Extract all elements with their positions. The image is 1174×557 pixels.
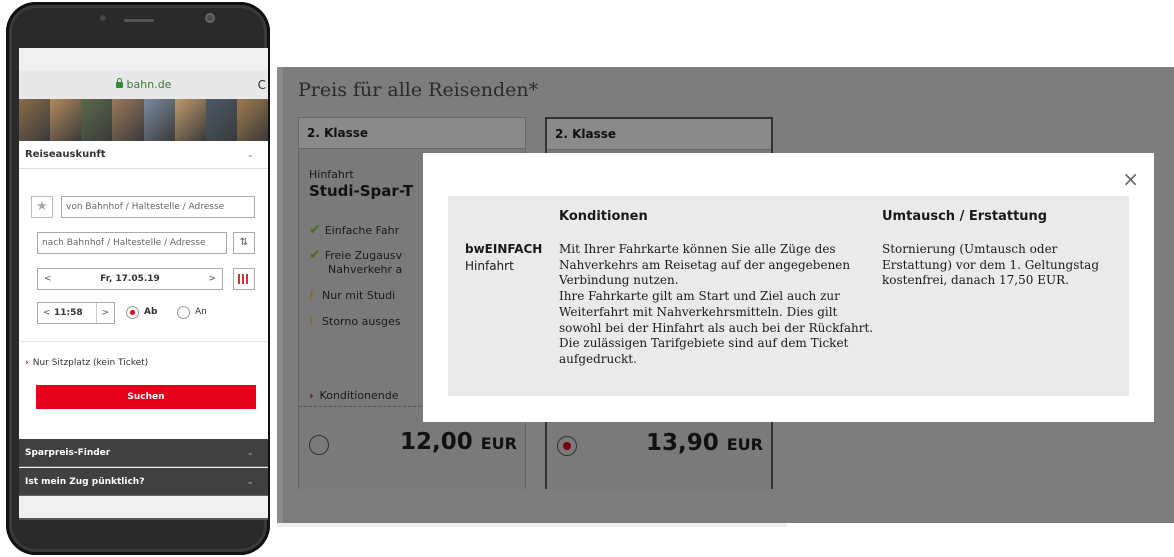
close-icon[interactable]: × [1122,169,1139,189]
warning-icon: ! [309,315,315,328]
seat-only-link[interactable]: › Nur Sitzplatz (kein Ticket) [25,358,148,368]
calendar-icon[interactable] [233,268,255,290]
swap-stations-icon[interactable]: ⇅ [233,232,255,254]
lock-icon [115,78,123,88]
accordion-zug-puenktlich[interactable]: Ist mein Zug pünktlich? ⌄ [19,468,268,496]
accordion-label: Sparpreis-Finder [25,448,111,458]
favorite-star-icon[interactable]: ★ [31,196,53,218]
desktop-bottom-edge [277,523,787,527]
chevron-right-icon: › [25,358,29,368]
refund-heading: Umtausch / Erstattung [882,209,1048,224]
fare-direction: Hinfahrt [309,168,354,181]
banner-photo [112,99,144,141]
radio-arrival[interactable] [177,306,190,319]
section-title: Reiseauskunft [25,149,106,160]
fare-select-radio[interactable] [557,436,577,456]
conditions-heading: Konditionen [559,209,648,224]
fare-select-radio[interactable] [309,435,329,455]
to-station-input[interactable]: nach Bahnhof / Haltestelle / Adresse [37,232,227,254]
banner-photo [19,99,51,141]
search-button[interactable]: Suchen [36,385,256,409]
radio-departure-label: Ab [144,307,158,317]
banner-photo [205,99,237,141]
url-text: bahn.de [126,78,172,91]
fare-feature: ! Nur mit Studi [309,289,396,302]
fare-price: 12,00 EUR [399,429,517,455]
fare-feature: ✔ Freie Zugausv [309,247,403,263]
banner-photo [236,99,268,141]
url-bar[interactable]: bahn.de C [19,71,268,99]
banner-photo [50,99,82,141]
tariff-name: bwEINFACH [465,242,543,256]
time-picker[interactable]: < 11:58 > [37,302,115,324]
refund-text: Stornierung (Umtausch oder Erstattung) v… [882,242,1100,288]
conditions-text: Mit Ihrer Fahrkarte können Sie alle Züge… [559,242,874,366]
date-next-button[interactable]: > [208,269,216,289]
fare-class-label: 2. Klasse [299,118,525,149]
divider [19,341,268,342]
section-reiseauskunft[interactable]: Reiseauskunft ⌄ [19,141,268,169]
reload-icon[interactable]: C [258,71,266,99]
warning-icon: ! [309,289,315,302]
accordion-sparpreis-finder[interactable]: Sparpreis-Finder ⌄ [19,439,268,467]
fare-product-name: Studi-Spar-T [309,182,414,200]
conditions-table: Konditionen Umtausch / Erstattung bwEINF… [448,196,1129,396]
fare-feature: ✔ Einfache Fahr [309,222,400,238]
radio-departure[interactable] [126,306,139,319]
fare-feature: ! Storno ausges [309,315,401,328]
banner-photo [174,99,206,141]
proximity-sensor [100,15,106,21]
time-next-button[interactable]: > [96,303,109,323]
page-title: Preis für alle Reisenden* [298,79,539,101]
seat-only-label: Nur Sitzplatz (kein Ticket) [32,358,149,368]
chevron-down-icon: ⌄ [246,448,254,458]
checkmark-icon: ✔ [309,222,321,238]
chevron-down-icon: ⌄ [246,477,254,487]
from-station-input[interactable]: von Bahnhof / Haltestelle / Adresse [61,196,255,218]
banner-photo [143,99,175,141]
phone-speaker [124,19,154,22]
banner-photo [81,99,113,141]
time-prev-button[interactable]: < [43,303,51,323]
tariff-direction: Hinfahrt [465,259,514,273]
phone-screen-edge [19,518,268,520]
radio-arrival-label: An [195,307,207,317]
date-picker[interactable]: < Fr, 17.05.19 > [37,268,223,290]
chevron-right-icon: › [309,389,314,402]
conditions-modal: × Konditionen Umtausch / Erstattung bwEI… [423,153,1154,422]
time-value: 11:58 [54,308,83,318]
fare-class-label: 2. Klasse [547,119,771,150]
header-banner [19,99,268,141]
fare-feature: Nahverkehr a [328,263,403,276]
accordion-label: Ist mein Zug pünktlich? [25,477,145,487]
phone-screen: bahn.de C Reiseauskunft ⌄ ★ von Bahnhof … [19,48,268,518]
journey-form: ★ von Bahnhof / Haltestelle / Adresse na… [19,169,268,439]
date-value: Fr, 17.05.19 [100,274,160,284]
front-camera [205,13,215,23]
fare-price: 13,90 EUR [645,430,763,456]
checkmark-icon: ✔ [309,247,321,263]
conditions-link[interactable]: › Konditionende [309,389,399,402]
chevron-down-icon: ⌄ [246,150,254,160]
